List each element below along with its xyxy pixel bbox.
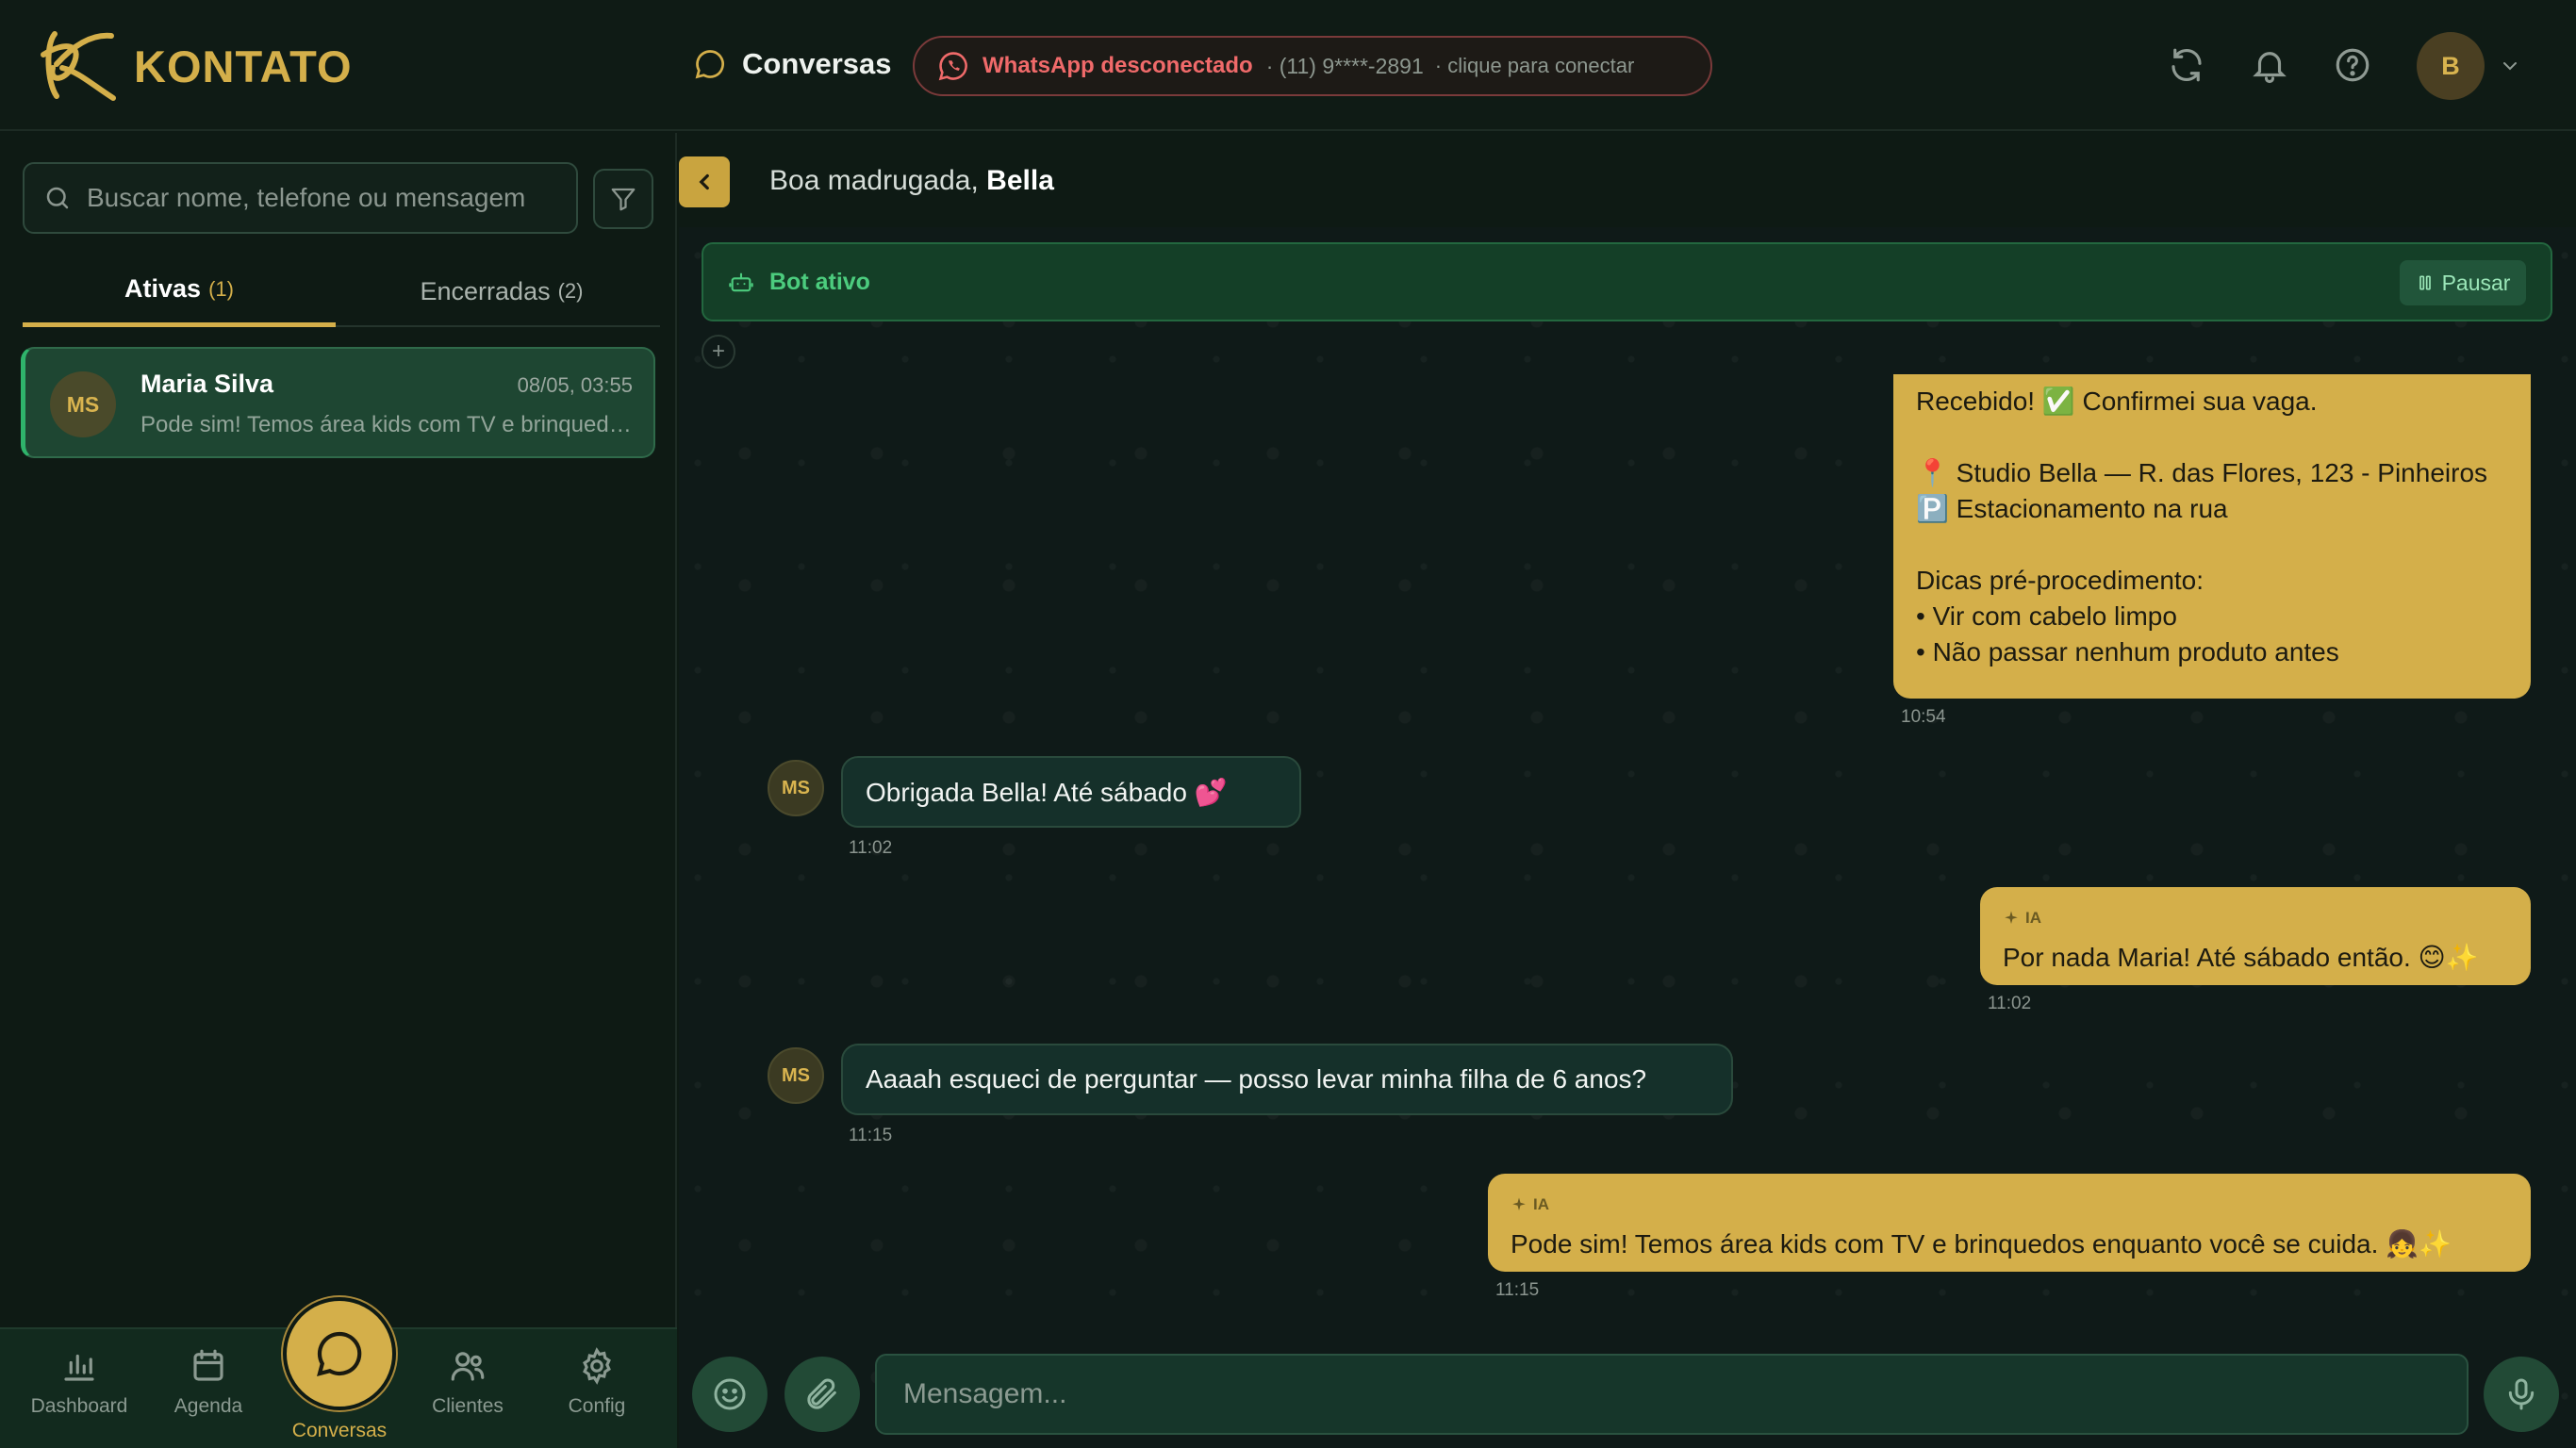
conversation-list-item[interactable]: MS Maria Silva 08/05, 03:55 Pode sim! Te… [21,347,655,458]
emoji-icon [714,1378,746,1410]
message-time: 11:15 [1495,1280,1540,1300]
search-box[interactable] [23,162,578,234]
whatsapp-icon [938,52,967,81]
gear-icon [583,1347,611,1385]
calendar-icon [193,1349,223,1381]
pause-bot-button[interactable]: Pausar [2400,260,2526,305]
bar-chart-icon [64,1354,94,1381]
robot-icon [729,272,753,292]
message-input[interactable] [903,1378,2412,1410]
chat-header: Boa madrugada, Bella [679,133,2576,227]
brand-logo[interactable]: KONTATO [36,26,353,106]
tab-count: (2) [557,279,584,303]
sparkle-icon [2005,911,2018,924]
back-button[interactable] [679,156,730,207]
emoji-button[interactable] [692,1357,768,1432]
nav-dashboard[interactable]: Dashboard [23,1346,136,1418]
message-outgoing: IA Por nada Maria! Até sábado então. 😊✨ [1980,887,2531,985]
message-outgoing: IA Pode sim! Temos área kids com TV e br… [1488,1174,2531,1272]
nav-agenda[interactable]: Agenda [152,1346,265,1418]
conversation-tabs: Ativas (1) Encerradas (2) [23,255,660,327]
filter-button[interactable] [593,169,653,229]
message-time: 10:54 [1901,707,1946,727]
whatsapp-connect-hint: · clique para conectar [1434,54,1635,77]
search-icon [46,187,69,209]
users-icon [451,1352,485,1381]
bot-status-bar: Bot ativo Pausar [702,242,2552,321]
nav-clientes[interactable]: Clientes [411,1346,524,1418]
message-time: 11:02 [1988,994,2032,1013]
tab-ativas[interactable]: Ativas (1) [23,255,336,327]
greeting-name: Bella [986,165,1054,196]
conversation-sidebar: Ativas (1) Encerradas (2) MS Maria Silva… [0,133,677,1448]
paperclip-icon [807,1378,836,1409]
nav-conversas-label: Conversas [291,1420,388,1441]
avatar: MS [768,1047,824,1104]
avatar: MS [50,371,116,437]
sparkle-icon [1512,1197,1526,1210]
message-incoming: Obrigada Bella! Até sábado 💕 [841,756,1301,828]
ai-tag: IA [1511,1187,2508,1223]
attach-button[interactable] [784,1357,860,1432]
whatsapp-status-pill[interactable]: WhatsApp desconectado · (11) 9****-2891 … [913,36,1712,96]
refresh-icon [2171,48,2202,82]
top-bar: KONTATO Conversas WhatsApp desconectado … [0,0,2576,131]
bottom-nav: Dashboard Agenda Conversas Clientes Conf… [0,1297,677,1448]
message-composer[interactable] [875,1354,2469,1435]
filter-icon [611,188,636,211]
message-outgoing: Recebido! ✅ Confirmei sua vaga. 📍 Studio… [1893,374,2531,699]
brand-name: KONTATO [134,41,353,91]
user-avatar[interactable]: B [2417,32,2485,100]
tab-encerradas[interactable]: Encerradas (2) [343,255,660,327]
bell-icon [2253,52,2287,84]
help-button[interactable] [2329,41,2376,89]
plus-icon[interactable]: + [702,335,735,369]
message-time: 11:15 [849,1126,893,1145]
greeting: Boa madrugada, Bella [769,165,1054,196]
conversation-time: 08/05, 03:55 [517,373,633,397]
chat-bubble-icon [695,50,724,79]
avatar: MS [768,760,824,816]
notifications-button[interactable] [2246,41,2293,89]
help-icon [2336,48,2370,82]
search-input[interactable] [87,183,576,213]
chat-panel: Boa madrugada, Bella Bot ativo Pausar + … [679,133,2576,1448]
chevron-down-icon[interactable] [2499,55,2521,77]
conversation-preview: Pode sim! Temos área kids com TV e brinq… [140,412,640,437]
whatsapp-phone: · (11) 9****-2891 [1265,53,1424,78]
chat-bubble-icon [317,1331,362,1376]
contact-name: Maria Silva [140,370,274,398]
microphone-icon [2508,1378,2535,1410]
tab-count: (1) [208,276,234,301]
nav-config[interactable]: Config [540,1346,653,1418]
chevron-left-icon [699,173,709,190]
whatsapp-status-text: WhatsApp desconectado [983,53,1253,78]
ai-tag: IA [2003,900,2508,936]
section-title: Conversas [693,41,892,87]
refresh-button[interactable] [2163,41,2210,89]
message-time: 11:02 [849,838,893,858]
voice-button[interactable] [2484,1357,2559,1432]
nav-conversas[interactable] [283,1297,396,1410]
bot-status-label: Bot ativo [769,269,870,295]
message-incoming: Aaaah esqueci de perguntar — posso levar… [841,1044,1733,1115]
logo-k-icon [41,31,116,101]
pause-icon [2419,275,2431,290]
